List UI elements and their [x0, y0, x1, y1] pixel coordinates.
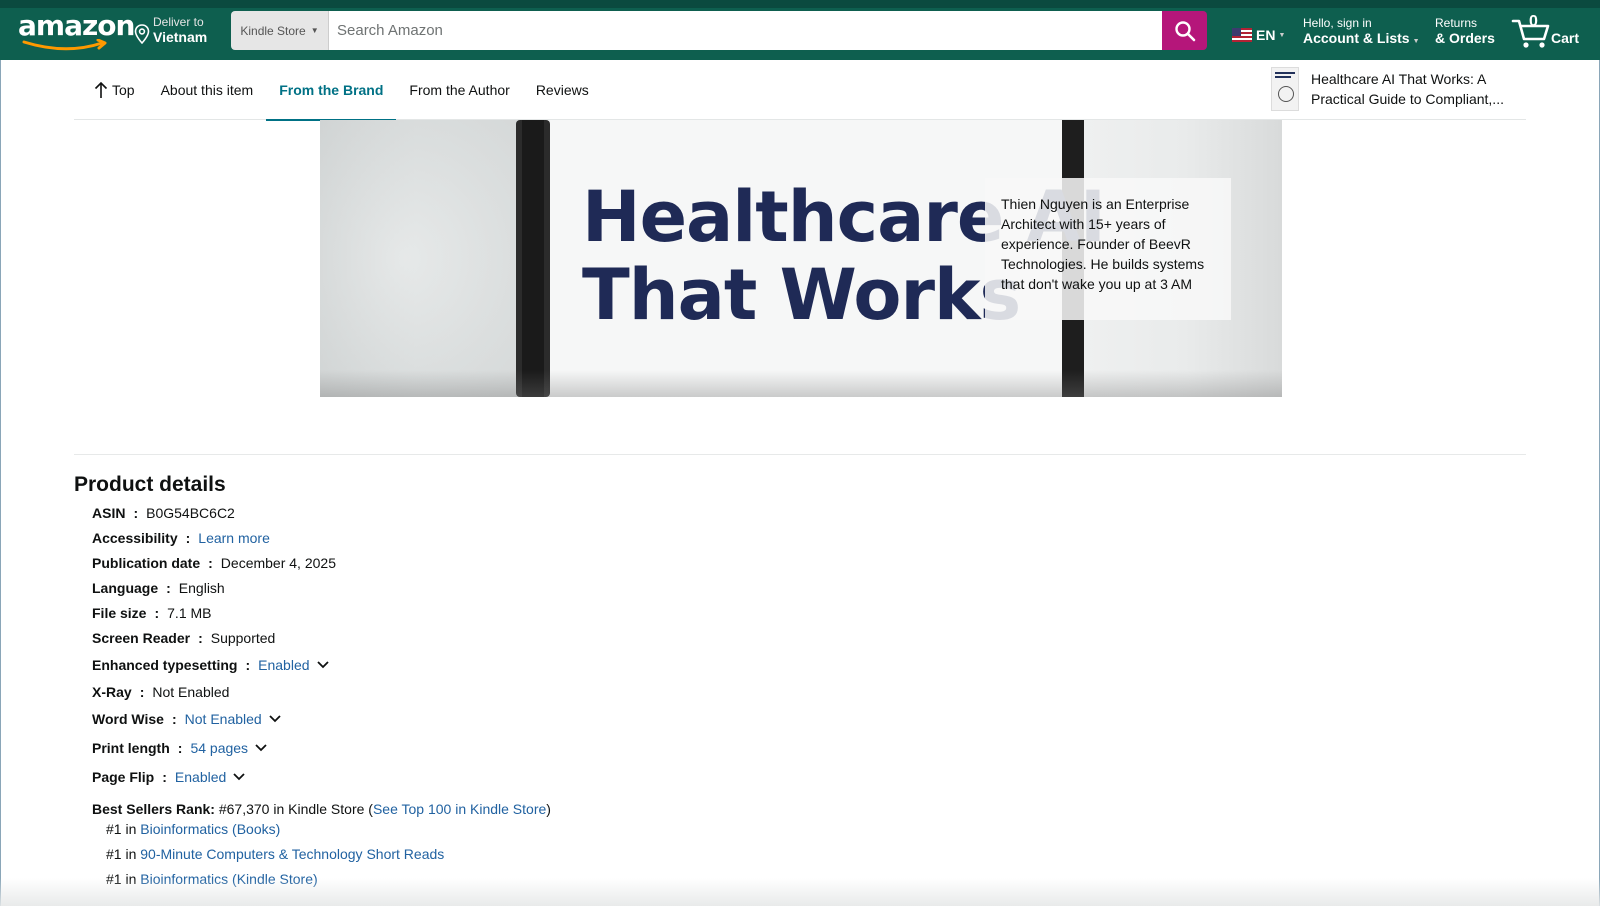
- subrank-link[interactable]: Bioinformatics (Books): [140, 821, 280, 837]
- cart-count: 0: [1529, 13, 1538, 30]
- see-top-100-link[interactable]: See Top 100 in Kindle Store: [373, 801, 546, 817]
- detail-row-accessibility: Accessibility: Learn more: [92, 530, 270, 546]
- deliver-location: Vietnam: [153, 29, 208, 45]
- subrank-prefix: #1 in: [106, 846, 141, 862]
- detail-row-word-wise: Word Wise: Not Enabled: [92, 711, 282, 727]
- detail-row-publication-date: Publication date: December 4, 2025: [92, 555, 336, 571]
- detail-value: December 4, 2025: [220, 555, 336, 571]
- rank-close-paren: ): [546, 801, 551, 817]
- detail-row-asin: ASIN: B0G54BC6C2: [92, 505, 235, 521]
- us-flag-icon: [1232, 28, 1252, 42]
- account-greeting: Hello, sign in: [1303, 16, 1372, 30]
- detail-value: B0G54BC6C2: [146, 505, 235, 521]
- detail-value: Supported: [210, 630, 276, 646]
- best-sellers-rank-text: #67,370 in Kindle Store (: [218, 801, 373, 817]
- detail-key: X-Ray: [92, 684, 132, 700]
- subrank-item: #1 in 90-Minute Computers & Technology S…: [106, 846, 444, 862]
- detail-key: Print length: [92, 740, 170, 756]
- product-details-heading: Product details: [74, 473, 226, 496]
- amazon-logo[interactable]: amazon: [18, 9, 135, 51]
- tab-label: From the Author: [409, 82, 510, 98]
- detail-row-file-size: File size: 7.1 MB: [92, 605, 212, 621]
- caret-down-icon: ▼: [1278, 31, 1286, 39]
- enhanced-typesetting-link[interactable]: Enabled: [258, 657, 309, 673]
- product-subnav: Top About this item From the Brand From …: [74, 60, 1526, 121]
- book-thumbnail: [1271, 67, 1299, 111]
- top-navbar: amazon Deliver to Vietnam Kindle Store ▼: [0, 0, 1600, 60]
- brand-banner-image: Healthcare AI That Works Thien Nguyen is…: [320, 120, 1282, 397]
- caret-down-icon: ▼: [1412, 38, 1420, 45]
- page-frame-left: [0, 60, 1, 906]
- print-length-link[interactable]: 54 pages: [190, 740, 248, 756]
- detail-row-x-ray: X-Ray: Not Enabled: [92, 684, 230, 700]
- detail-row-screen-reader: Screen Reader: Supported: [92, 630, 276, 646]
- tab-from-the-author[interactable]: From the Author: [396, 60, 522, 120]
- author-bio-overlay: Thien Nguyen is an Enterprise Architect …: [985, 178, 1231, 320]
- returns-orders[interactable]: Returns & Orders: [1435, 16, 1495, 47]
- language-selector[interactable]: EN ▼: [1232, 27, 1285, 43]
- deliver-to[interactable]: Deliver to Vietnam: [134, 15, 207, 46]
- chevron-down-icon[interactable]: [232, 772, 246, 782]
- logo-text: amazon: [18, 9, 135, 42]
- detail-key: Language: [92, 580, 159, 596]
- subnav-product[interactable]: Healthcare AI That Works: A Practical Gu…: [1271, 67, 1516, 111]
- detail-value: 7.1 MB: [167, 605, 212, 621]
- detail-row-page-flip: Page Flip: Enabled: [92, 769, 246, 785]
- search-button[interactable]: [1162, 11, 1207, 50]
- cart-button[interactable]: 0 Cart: [1511, 13, 1591, 49]
- language-label: EN: [1256, 27, 1276, 43]
- tab-from-the-brand[interactable]: From the Brand: [266, 60, 397, 121]
- account-label: Account & Lists: [1303, 30, 1410, 46]
- search-icon: [1174, 20, 1195, 41]
- detail-key: Word Wise: [92, 711, 164, 727]
- chevron-down-icon[interactable]: [268, 714, 282, 724]
- detail-value: English: [178, 580, 225, 596]
- tab-top[interactable]: Top: [74, 60, 148, 120]
- search-category-label: Kindle Store: [240, 23, 306, 38]
- detail-key: Page Flip: [92, 769, 155, 785]
- subrank-link[interactable]: 90-Minute Computers & Technology Short R…: [140, 846, 444, 862]
- detail-key: File size: [92, 605, 147, 621]
- detail-key: Screen Reader: [92, 630, 191, 646]
- search-category-dropdown[interactable]: Kindle Store ▼: [231, 11, 329, 50]
- chevron-down-icon[interactable]: [254, 743, 268, 753]
- returns-label: Returns: [1435, 16, 1478, 30]
- caret-down-icon: ▼: [310, 26, 319, 35]
- section-divider: [74, 454, 1526, 455]
- detail-key: Publication date: [92, 555, 201, 571]
- chevron-down-icon[interactable]: [316, 660, 330, 670]
- detail-row-language: Language: English: [92, 580, 225, 596]
- best-sellers-key: Best Sellers Rank:: [92, 801, 215, 817]
- subrank-prefix: #1 in: [106, 821, 141, 837]
- subnav-product-title: Healthcare AI That Works: A Practical Gu…: [1311, 71, 1504, 107]
- arrow-up-icon: [94, 81, 108, 98]
- tab-reviews[interactable]: Reviews: [523, 60, 602, 120]
- best-sellers-rank: Best Sellers Rank: #67,370 in Kindle Sto…: [92, 801, 551, 817]
- detail-key: ASIN: [92, 505, 126, 521]
- tab-label: From the Brand: [279, 82, 384, 98]
- smile-icon: [22, 39, 107, 51]
- detail-row-enhanced-typesetting: Enhanced typesetting: Enabled: [92, 657, 330, 673]
- detail-row-print-length: Print length: 54 pages: [92, 740, 268, 756]
- subrank-item: #1 in Bioinformatics (Books): [106, 821, 280, 837]
- page-flip-link[interactable]: Enabled: [175, 769, 226, 785]
- location-pin-icon: [134, 24, 150, 44]
- search-bar: Kindle Store ▼: [231, 11, 1207, 50]
- detail-key: Accessibility: [92, 530, 178, 546]
- deliver-label: Deliver to: [153, 15, 204, 29]
- search-input[interactable]: [329, 11, 1162, 50]
- account-lists[interactable]: Hello, sign in Account & Lists ▼: [1303, 16, 1420, 50]
- tab-label: Top: [112, 82, 135, 98]
- detail-key: Enhanced typesetting: [92, 657, 238, 673]
- cart-label: Cart: [1551, 30, 1580, 46]
- orders-label: & Orders: [1435, 30, 1495, 46]
- tab-about-this-item[interactable]: About this item: [148, 60, 267, 120]
- subnav-tabs: Top About this item From the Brand From …: [74, 60, 602, 121]
- detail-value: Not Enabled: [152, 684, 230, 700]
- word-wise-link[interactable]: Not Enabled: [185, 711, 262, 727]
- tab-label: Reviews: [535, 82, 589, 98]
- accessibility-learn-more-link[interactable]: Learn more: [198, 530, 270, 546]
- tab-label: About this item: [160, 82, 254, 98]
